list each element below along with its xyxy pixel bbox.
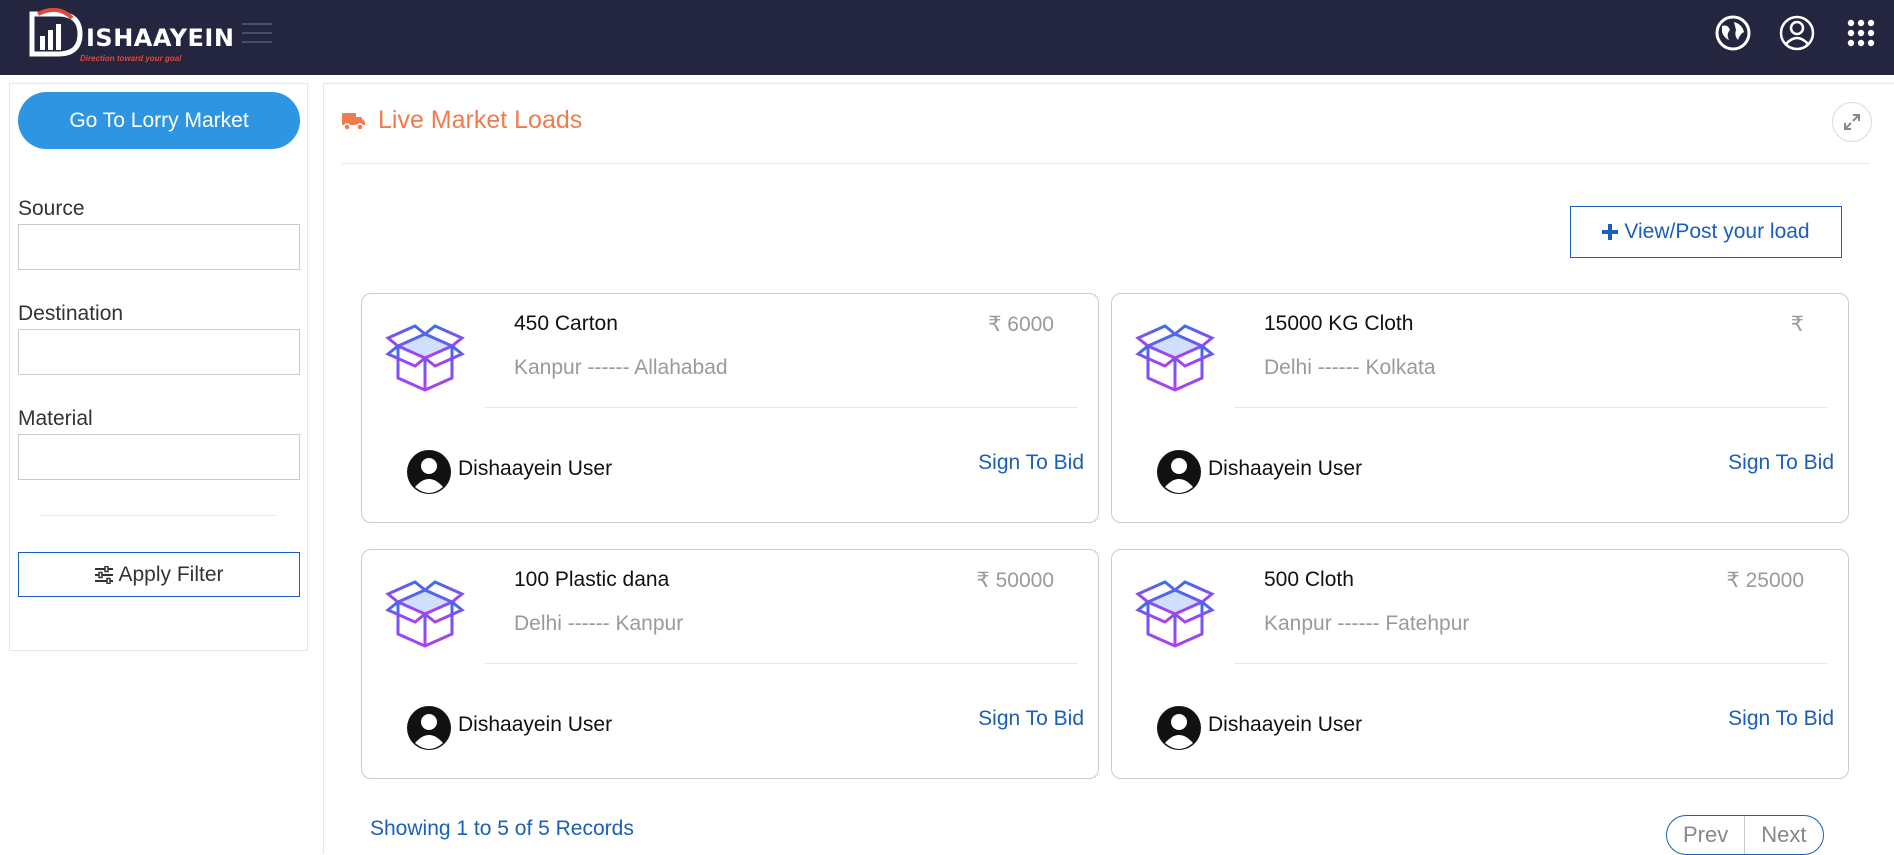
- sign-to-bid-link[interactable]: Sign To Bid: [1728, 707, 1834, 731]
- load-route: Delhi ------ Kanpur: [514, 612, 684, 635]
- user-circle-icon[interactable]: [1778, 14, 1816, 52]
- apps-grid-icon[interactable]: [1842, 14, 1880, 52]
- apply-filter-label: Apply Filter: [118, 562, 224, 586]
- panel-title: Live Market Loads: [342, 106, 582, 135]
- load-card[interactable]: 450 Carton ₹ 6000 Kanpur ------ Allahaba…: [361, 293, 1099, 523]
- view-post-load-label: View/Post your load: [1624, 220, 1810, 243]
- avatar-icon: [1157, 450, 1201, 494]
- logo-text: ISHAAYEIN: [86, 24, 235, 52]
- plus-icon: [1602, 224, 1619, 240]
- load-route: Kanpur ------ Fatehpur: [1264, 612, 1470, 635]
- apply-filter-button[interactable]: Apply Filter: [18, 552, 300, 597]
- sidebar-divider: [40, 515, 276, 516]
- menu-toggle-icon[interactable]: [242, 23, 272, 45]
- sign-to-bid-link[interactable]: Sign To Bid: [978, 707, 1084, 731]
- panel-divider: [342, 163, 1870, 164]
- panel-title-text: Live Market Loads: [378, 106, 583, 134]
- filter-sidebar: Go To Lorry Market Source Destination Ma…: [9, 83, 308, 651]
- source-input[interactable]: [18, 224, 300, 270]
- load-card[interactable]: 100 Plastic dana ₹ 50000 Delhi ------ Ka…: [361, 549, 1099, 779]
- truck-icon: [342, 112, 365, 131]
- logo-tagline: Direction toward your goal: [80, 54, 182, 63]
- pagination: Prev Next: [1666, 815, 1824, 855]
- package-box-icon: [385, 580, 465, 648]
- load-price: ₹ 25000: [1726, 569, 1804, 592]
- globe-icon[interactable]: [1714, 14, 1752, 52]
- card-divider: [484, 663, 1078, 664]
- card-divider: [484, 407, 1078, 408]
- poster-name: Dishaayein User: [458, 713, 613, 736]
- load-quantity: 15000 KG Cloth: [1264, 312, 1414, 335]
- load-price: ₹: [1790, 313, 1804, 336]
- package-box-icon: [385, 324, 465, 392]
- logo-mark-icon: [29, 8, 83, 57]
- material-input[interactable]: [18, 434, 300, 480]
- dishaayein-logo[interactable]: ISHAAYEIN Direction toward your goal: [28, 8, 234, 63]
- material-label: Material: [18, 407, 93, 430]
- load-card[interactable]: 500 Cloth ₹ 25000 Kanpur ------ Fatehpur…: [1111, 549, 1849, 779]
- load-quantity: 100 Plastic dana: [514, 568, 670, 591]
- load-route: Delhi ------ Kolkata: [1264, 356, 1436, 379]
- top-navbar: ISHAAYEIN Direction toward your goal: [0, 0, 1894, 75]
- load-price: ₹ 50000: [976, 569, 1054, 592]
- records-summary: Showing 1 to 5 of 5 Records: [370, 817, 634, 840]
- prev-page-button[interactable]: Prev: [1667, 816, 1746, 854]
- load-quantity: 450 Carton: [514, 312, 618, 335]
- card-divider: [1234, 407, 1828, 408]
- expand-icon[interactable]: [1832, 102, 1872, 142]
- avatar-icon: [407, 706, 451, 750]
- destination-label: Destination: [18, 302, 124, 325]
- view-post-load-button[interactable]: View/Post your load: [1570, 206, 1842, 258]
- go-to-lorry-market-button[interactable]: Go To Lorry Market: [18, 92, 300, 149]
- load-route: Kanpur ------ Allahabad: [514, 356, 728, 379]
- sign-to-bid-link[interactable]: Sign To Bid: [1728, 451, 1834, 475]
- package-box-icon: [1135, 580, 1215, 648]
- load-card[interactable]: 15000 KG Cloth ₹ Delhi ------ Kolkata Di…: [1111, 293, 1849, 523]
- poster-name: Dishaayein User: [458, 457, 613, 480]
- avatar-icon: [1157, 706, 1201, 750]
- source-label: Source: [18, 197, 85, 220]
- load-price: ₹ 6000: [988, 313, 1054, 336]
- card-divider: [1234, 663, 1828, 664]
- poster-name: Dishaayein User: [1208, 713, 1363, 736]
- avatar-icon: [407, 450, 451, 494]
- destination-input[interactable]: [18, 329, 300, 375]
- sign-to-bid-link[interactable]: Sign To Bid: [978, 451, 1084, 475]
- load-quantity: 500 Cloth: [1264, 568, 1354, 591]
- next-page-button[interactable]: Next: [1745, 816, 1822, 854]
- poster-name: Dishaayein User: [1208, 457, 1363, 480]
- sliders-icon: [95, 565, 114, 584]
- package-box-icon: [1135, 324, 1215, 392]
- live-market-panel: Live Market Loads View/Post your load 45…: [323, 83, 1894, 855]
